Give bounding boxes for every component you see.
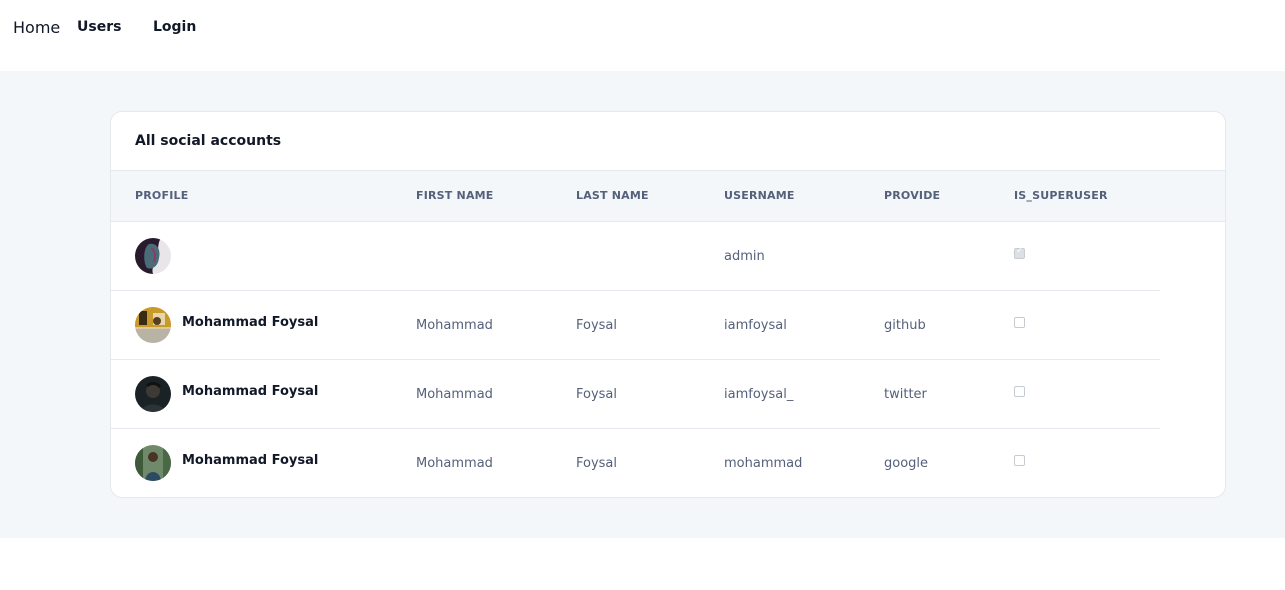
avatar	[135, 307, 171, 343]
profile-name: Mohammad Foysal	[182, 453, 319, 468]
is-superuser-checkbox[interactable]	[1014, 386, 1025, 397]
table-row: Mohammad Foysal Mohammad Foysal mohammad…	[111, 429, 1160, 497]
provider-cell: github	[884, 318, 926, 333]
provider-cell: google	[884, 456, 929, 471]
is-superuser-checkbox[interactable]	[1014, 455, 1025, 466]
column-header-username: USERNAME	[724, 189, 795, 202]
is-superuser-checkbox[interactable]	[1014, 317, 1025, 328]
last-name-cell: Foysal	[576, 318, 618, 333]
column-header-provide: PROVIDE	[884, 189, 941, 202]
table-row: admin	[111, 222, 1160, 291]
main-content: All social accounts PROFILE FIRST NAME L…	[0, 71, 1285, 538]
column-header-first-name: FIRST NAME	[416, 189, 494, 202]
social-accounts-card: All social accounts PROFILE FIRST NAME L…	[110, 111, 1226, 498]
nav-login-link[interactable]: Login	[153, 19, 196, 35]
card-title: All social accounts	[135, 133, 282, 149]
nav-users-link[interactable]: Users	[77, 19, 121, 35]
first-name-cell: Mohammad	[416, 318, 493, 333]
avatar	[135, 445, 171, 481]
column-header-profile: PROFILE	[135, 189, 189, 202]
column-header-is-superuser: IS_SUPERUSER	[1014, 189, 1108, 202]
provider-cell: twitter	[884, 387, 927, 402]
profile-name: Mohammad Foysal	[182, 315, 319, 330]
top-nav: Home Users Login	[0, 0, 1285, 71]
first-name-cell: Mohammad	[416, 456, 493, 471]
table-row: Mohammad Foysal Mohammad Foysal iamfoysa…	[111, 291, 1160, 360]
username-cell: mohammad	[724, 456, 803, 471]
last-name-cell: Foysal	[576, 456, 618, 471]
column-header-last-name: LAST NAME	[576, 189, 649, 202]
avatar	[135, 376, 171, 412]
profile-name: Mohammad Foysal	[182, 384, 319, 399]
username-cell: iamfoysal	[724, 318, 787, 333]
username-cell: admin	[724, 249, 765, 264]
table-row: Mohammad Foysal Mohammad Foysal iamfoysa…	[111, 360, 1160, 429]
first-name-cell: Mohammad	[416, 387, 493, 402]
username-cell: iamfoysal_	[724, 387, 794, 402]
last-name-cell: Foysal	[576, 387, 618, 402]
nav-home-link[interactable]: Home	[13, 18, 60, 37]
table-header: PROFILE FIRST NAME LAST NAME USERNAME PR…	[111, 170, 1225, 222]
is-superuser-checkbox[interactable]	[1014, 246, 1025, 259]
avatar	[135, 238, 171, 274]
